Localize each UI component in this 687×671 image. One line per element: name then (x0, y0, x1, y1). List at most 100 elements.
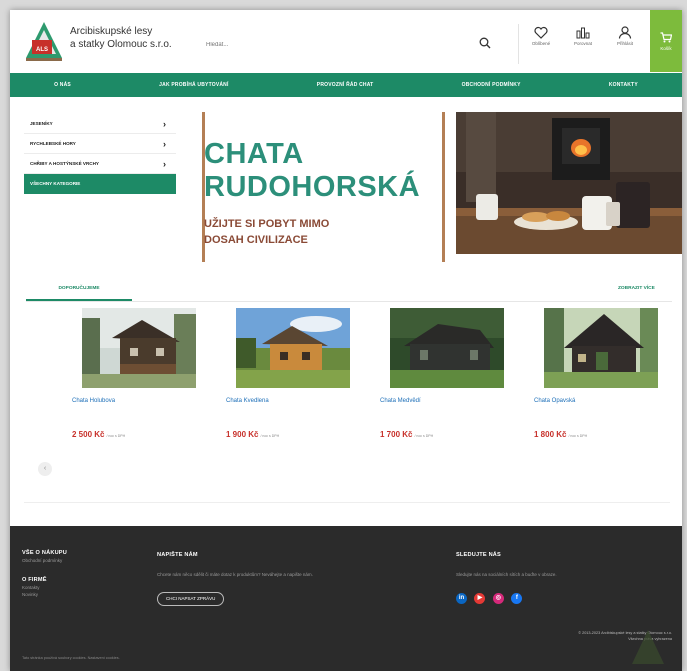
banner-title-line-1: CHATA (204, 138, 304, 170)
favorites-link[interactable]: Oblíbené (522, 24, 560, 66)
footer-link[interactable]: Obchodní podmínky (22, 558, 67, 563)
product-name[interactable]: Chata Kvedlena (226, 398, 269, 404)
footer-heading: NAPIŠTE NÁM (157, 552, 198, 558)
sidebar-item-label: CHŘIBY A HOSTÝNSKÉ VRCHY (30, 161, 99, 166)
footer-column-shopping: VŠE O NÁKUPU Obchodní podmínky O FIRMĚ K… (22, 550, 67, 597)
youtube-icon[interactable]: ▶ (474, 593, 486, 604)
footer-heading[interactable]: VŠE O NÁKUPU (22, 550, 67, 556)
footer-column-social: SLEDUJTE NÁS Sledujte nás na sociálních … (456, 552, 676, 604)
price-vat-note: / noc s DPH (260, 434, 280, 438)
chevron-right-icon: › (163, 119, 166, 129)
site-header: ALS Arcibiskupské lesy a statky Olomouc … (10, 10, 682, 72)
compare-label: Porovnat (573, 41, 592, 46)
search-button[interactable] (474, 32, 496, 54)
logo-text[interactable]: Arcibiskupské lesy a statky Olomouc s.r.… (70, 25, 172, 51)
logo-icon[interactable]: ALS (24, 20, 64, 62)
banner-subtitle: UŽIJTE SI POBYT MIMO DOSAH CIVILIZACE (204, 216, 404, 248)
tab-recommended[interactable]: DOPORUČUJEME (26, 286, 132, 301)
instagram-icon[interactable]: ◎ (492, 593, 504, 604)
footer-text: Sledujte nás na sociálních sítích a buďt… (456, 572, 557, 577)
login-label: Přihlásit (616, 41, 633, 46)
price-value: 1 900 Kč (226, 430, 259, 439)
price-value: 1 700 Kč (380, 430, 413, 439)
nav-item-about[interactable]: O NÁS (54, 82, 71, 88)
price-value: 2 500 Kč (72, 430, 105, 439)
footer-heading[interactable]: O FIRMĚ (22, 577, 67, 583)
svg-text:ALS: ALS (36, 47, 48, 53)
banner-title-line-2: RUDOHORSKÁ (204, 171, 421, 203)
compare-link[interactable]: Porovnat (564, 24, 602, 66)
user-icon (618, 26, 632, 39)
price-vat-note: / noc s DPH (106, 434, 126, 438)
logo-line-1: Arcibiskupské lesy (70, 26, 153, 37)
product-card[interactable]: Chata Medvědí 1 700 Kč / noc s DPH (378, 306, 518, 444)
tree-icon (632, 630, 664, 664)
product-price: 1 800 Kč / noc s DPH (534, 430, 587, 439)
banner-subtitle-line-2: DOSAH CIVILIZACE (204, 234, 308, 246)
price-vat-note: / noc s DPH (568, 434, 588, 438)
page: ALS Arcibiskupské lesy a statky Olomouc … (10, 10, 682, 671)
nav-item-accommodation[interactable]: JAK PROBÍHÁ UBYTOVÁNÍ (159, 82, 228, 88)
sidebar-item-all-categories[interactable]: VŠECHNY KATEGORIE (24, 174, 176, 194)
banner-subtitle-line-1: UŽIJTE SI POBYT MIMO (204, 218, 330, 230)
tab-underline-divider (26, 301, 672, 302)
cart-icon (660, 32, 672, 43)
product-name[interactable]: Chata Opavská (534, 398, 575, 404)
product-image (390, 308, 504, 388)
heart-icon (534, 26, 548, 39)
header-divider (518, 24, 519, 64)
sidebar-item-rychlebske-hory[interactable]: RYCHLEBSKÉ HORY › (24, 134, 176, 154)
sidebar-item-label: RYCHLEBSKÉ HORY (30, 141, 76, 146)
product-card[interactable]: Chata Holubova 2 500 Kč / noc s DPH (70, 306, 210, 444)
footer-text: Chcete nám něco sdělit či máte dotaz k p… (157, 572, 313, 577)
product-name[interactable]: Chata Holubova (72, 398, 115, 404)
nav-item-contacts[interactable]: KONTAKTY (609, 82, 638, 88)
show-more-link[interactable]: ZOBRAZIT VÍCE (618, 286, 655, 291)
compare-icon (576, 27, 590, 39)
footer-column-contact: NAPIŠTE NÁM Chcete nám něco sdělit či má… (157, 552, 437, 612)
social-icons: in ▶ ◎ f (456, 586, 676, 604)
facebook-icon[interactable]: f (511, 593, 523, 604)
product-name[interactable]: Chata Medvědí (380, 398, 421, 404)
favorites-label: Oblíbené (531, 41, 551, 46)
cart-label: Košík (660, 46, 672, 51)
nav-item-rules[interactable]: PROVOZNÍ ŘÁD CHAT (317, 82, 374, 88)
product-image (82, 308, 196, 388)
price-value: 1 800 Kč (534, 430, 567, 439)
sidebar-item-label: JESENÍKY (30, 121, 53, 126)
chevron-right-icon: › (163, 139, 166, 149)
cart-button[interactable]: Košík (650, 10, 682, 72)
login-link[interactable]: Přihlásit (606, 24, 644, 66)
chevron-right-icon: › (163, 159, 166, 169)
logo-line-2: a statky Olomouc s.r.o. (70, 39, 172, 50)
footer-link[interactable]: Kontakty (22, 585, 67, 590)
product-image (236, 308, 350, 388)
banner-photo (456, 112, 682, 254)
sidebar-item-label: VŠECHNY KATEGORIE (30, 181, 81, 186)
banner-title: CHATA RUDOHORSKÁ (204, 138, 420, 204)
category-sidebar: JESENÍKY › RYCHLEBSKÉ HORY › CHŘIBY A HO… (24, 114, 176, 194)
sidebar-item-chriby[interactable]: CHŘIBY A HOSTÝNSKÉ VRCHY › (24, 154, 176, 174)
product-price: 1 700 Kč / noc s DPH (380, 430, 433, 439)
main-nav: O NÁS JAK PROBÍHÁ UBYTOVÁNÍ PROVOZNÍ ŘÁD… (10, 73, 682, 97)
cookie-notice[interactable]: Tato stránka používá soubory cookies. Na… (22, 656, 120, 660)
linkedin-icon[interactable]: in (456, 593, 467, 604)
hero-banner[interactable]: CHATA RUDOHORSKÁ UŽIJTE SI POBYT MIMO DO… (190, 108, 682, 270)
product-image (544, 308, 658, 388)
product-card[interactable]: Chata Opavská 1 800 Kč / noc s DPH (532, 306, 672, 444)
footer-link[interactable]: Novinky (22, 592, 67, 597)
product-price: 2 500 Kč / noc s DPH (72, 430, 125, 439)
write-message-button[interactable]: CHCI NAPSAT ZPRÁVU (157, 592, 225, 606)
content-divider (24, 502, 670, 503)
footer-heading: SLEDUJTE NÁS (456, 552, 501, 558)
sidebar-item-jeseniky[interactable]: JESENÍKY › (24, 114, 176, 134)
site-footer: VŠE O NÁKUPU Obchodní podmínky O FIRMĚ K… (10, 526, 682, 671)
nav-item-terms[interactable]: OBCHODNÍ PODMÍNKY (462, 82, 521, 88)
slider-prev-button[interactable]: ‹ (38, 462, 52, 476)
search-input[interactable] (206, 38, 476, 52)
product-price: 1 900 Kč / noc s DPH (226, 430, 279, 439)
product-card[interactable]: Chata Kvedlena 1 900 Kč / noc s DPH (224, 306, 364, 444)
banner-accent-bar (442, 112, 445, 262)
price-vat-note: / noc s DPH (414, 434, 434, 438)
search-icon (479, 37, 491, 49)
